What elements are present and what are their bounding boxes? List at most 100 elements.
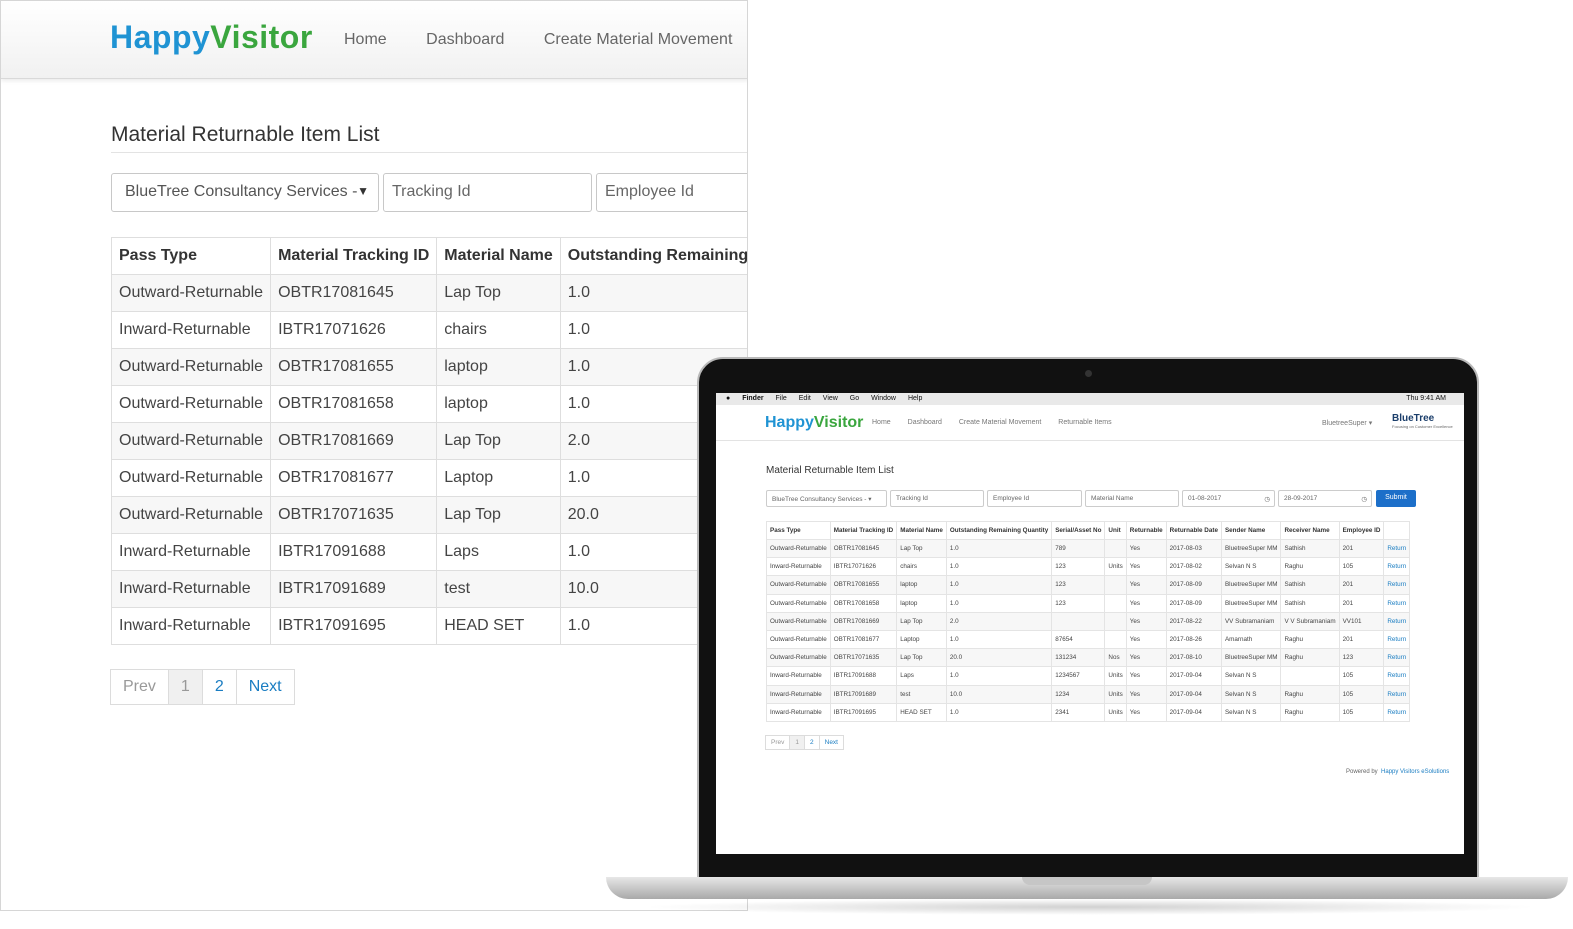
screen-table-cell: 789 — [1051, 538, 1106, 559]
return-link[interactable]: Return — [1383, 702, 1411, 722]
next-page-button[interactable]: Next — [235, 669, 295, 705]
screen-nav-dashboard[interactable]: Dashboard — [908, 419, 942, 426]
submit-button[interactable]: Submit — [1376, 490, 1416, 507]
company-select[interactable]: BlueTree Consultancy Services - ▼ — [111, 173, 379, 212]
screen-table-cell: Outward-Returnable — [766, 593, 831, 613]
caret-down-icon: ▼ — [357, 184, 369, 198]
screen-to-date-input[interactable]: 28-09-2017 ◷ — [1278, 490, 1372, 507]
user-menu[interactable]: BluetreeSuper ▾ — [1322, 419, 1372, 427]
return-link[interactable]: Return — [1383, 575, 1411, 595]
screen-table-cell: 2017-09-04 — [1165, 702, 1222, 722]
screen-table-cell: OBTR17081658 — [829, 593, 898, 613]
table-row: Outward-Returnable OBTR17081677 Laptop 1.0 — [110, 459, 747, 497]
table-cell: Inward-Returnable — [110, 570, 272, 608]
screen-table-cell: Yes — [1125, 557, 1167, 577]
return-link[interactable]: Return — [1383, 666, 1411, 686]
screen-table-cell — [1104, 575, 1127, 595]
screen-next-button[interactable]: Next — [818, 735, 844, 750]
screen-col-header[interactable]: Receiver Name — [1280, 521, 1340, 540]
col-outstanding-quantity[interactable]: Outstanding Remaining Quant — [559, 237, 747, 275]
screen-table-cell: OBTR17081655 — [829, 575, 898, 595]
table-cell: Lap Top — [436, 274, 561, 312]
prev-page-button[interactable]: Prev — [110, 669, 169, 705]
return-link[interactable]: Return — [1383, 684, 1411, 704]
screen-table-cell: Selvan N S — [1220, 702, 1282, 722]
return-link[interactable]: Return — [1383, 648, 1411, 668]
screen-employee-id-input[interactable]: Employee Id — [987, 490, 1082, 507]
screen-table-cell: Raghu — [1280, 648, 1340, 668]
table-row: Inward-Returnable IBTR17091688 Laps 1.0 — [110, 533, 747, 571]
nav-dashboard[interactable]: Dashboard — [426, 31, 504, 48]
screen-page-2-button[interactable]: 2 — [804, 735, 820, 750]
screen-col-header[interactable]: Unit — [1104, 521, 1127, 540]
screen-table-cell: Yes — [1125, 648, 1167, 668]
screen-logo[interactable]: HappyVisitor — [765, 414, 863, 432]
screen-page-1-button[interactable]: 1 — [789, 735, 805, 750]
table-cell: test — [436, 570, 561, 608]
screen-prev-button[interactable]: Prev — [765, 735, 791, 750]
screen-nav-home[interactable]: Home — [872, 419, 891, 426]
screen-table-cell: Units — [1104, 702, 1127, 722]
nav-create-material-movement[interactable]: Create Material Movement — [544, 31, 733, 48]
menu-window[interactable]: Window — [871, 395, 896, 402]
screen-col-header[interactable]: Employee ID — [1338, 521, 1385, 540]
screen-tracking-id-input[interactable]: Tracking Id — [890, 490, 984, 507]
screen-nav-create[interactable]: Create Material Movement — [959, 419, 1041, 426]
apple-icon[interactable]: ● — [726, 395, 730, 402]
screen-table-row: Outward-Returnable OBTR17081655 laptop 1.0 1… — [766, 575, 1411, 595]
col-material-name[interactable]: Material Name — [436, 237, 561, 275]
screen-table-cell — [1280, 666, 1340, 686]
menu-go[interactable]: Go — [850, 395, 859, 402]
menu-edit[interactable]: Edit — [799, 395, 811, 402]
screen-col-header[interactable]: Material Name — [896, 521, 947, 540]
screen-col-header[interactable]: Serial/Asset No — [1051, 521, 1106, 540]
screen-col-header[interactable]: Returnable — [1125, 521, 1167, 540]
screen-nav-returnable[interactable]: Returnable Items — [1058, 419, 1111, 426]
table-cell: Inward-Returnable — [110, 311, 272, 349]
screen-from-date-input[interactable]: 01-08-2017 ◷ — [1182, 490, 1275, 507]
screen-table-row: Outward-Returnable OBTR17081658 laptop 1.0 1… — [766, 593, 1411, 613]
screen-col-header[interactable]: Material Tracking ID — [829, 521, 898, 540]
menu-help[interactable]: Help — [908, 395, 922, 402]
col-pass-type[interactable]: Pass Type — [110, 237, 272, 275]
table-cell: IBTR17091688 — [270, 533, 438, 571]
screen-table-cell: OBTR17081669 — [829, 611, 898, 631]
screen-table-cell: Inward-Returnable — [766, 684, 831, 704]
screen-company-select[interactable]: BlueTree Consultancy Services - ▾ — [766, 490, 887, 507]
screen-table-cell: 2017-08-22 — [1165, 611, 1222, 631]
employee-id-input[interactable]: Employee Id — [596, 173, 747, 212]
screen-col-header[interactable]: Outstanding Remaining Quantity — [945, 521, 1053, 540]
powered-by-link[interactable]: Happy Visitors eSolutions — [1381, 769, 1449, 775]
screen-col-header[interactable]: Sender Name — [1220, 521, 1282, 540]
return-link[interactable]: Return — [1383, 593, 1411, 613]
screen-table-cell: Yes — [1125, 684, 1167, 704]
return-link[interactable]: Return — [1383, 611, 1411, 631]
screen-table-cell: 201 — [1338, 538, 1385, 559]
return-link[interactable]: Return — [1383, 538, 1411, 559]
menu-finder[interactable]: Finder — [742, 395, 763, 402]
return-link[interactable]: Return — [1383, 557, 1411, 577]
happy-visitor-logo[interactable]: HappyVisitor — [110, 19, 313, 56]
menubar-clock[interactable]: Thu 9:41 AM — [1406, 395, 1446, 402]
screen-table-cell: OBTR17081677 — [829, 629, 898, 650]
screen-col-header[interactable]: Returnable Date — [1165, 521, 1222, 540]
tracking-id-input[interactable]: Tracking Id — [383, 173, 592, 212]
screen-table-cell: 201 — [1338, 593, 1385, 613]
table-cell: Outward-Returnable — [110, 385, 272, 423]
screen-table-cell: 123 — [1051, 557, 1106, 577]
screen-material-name-input[interactable]: Material Name — [1085, 490, 1179, 507]
menu-file[interactable]: File — [776, 395, 787, 402]
page-2-button[interactable]: 2 — [201, 669, 237, 705]
screen-table-cell: Inward-Returnable — [766, 557, 831, 577]
return-link[interactable]: Return — [1383, 629, 1411, 650]
screen-table-cell: Laps — [896, 666, 947, 686]
screen-col-header[interactable] — [1383, 521, 1411, 540]
material-table: Pass Type Material Tracking ID Material … — [110, 237, 747, 645]
col-material-tracking-id[interactable]: Material Tracking ID — [270, 237, 438, 275]
screen-table-cell — [1104, 611, 1127, 631]
menu-view[interactable]: View — [823, 395, 838, 402]
nav-home[interactable]: Home — [344, 31, 387, 48]
screen-col-header[interactable]: Pass Type — [766, 521, 831, 540]
page-1-button[interactable]: 1 — [167, 669, 203, 705]
screen-table-cell: Inward-Returnable — [766, 702, 831, 722]
